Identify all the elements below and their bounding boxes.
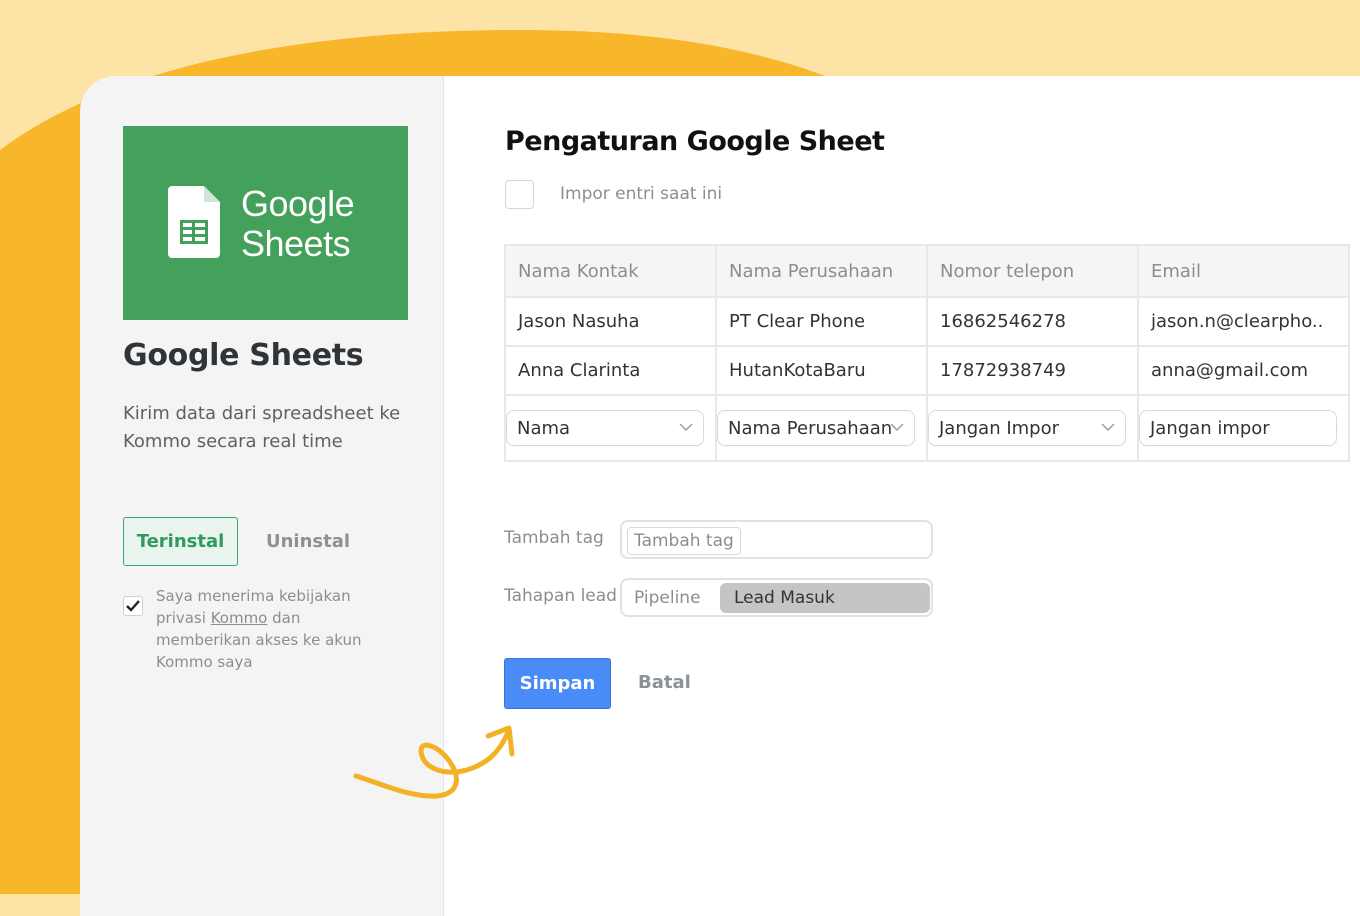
uninstall-button[interactable]: Uninstal bbox=[266, 531, 350, 552]
chevron-down-icon bbox=[890, 423, 904, 432]
table-cell: 16862546278 bbox=[926, 296, 1139, 347]
consent-checkbox[interactable] bbox=[123, 596, 143, 616]
import-existing-label: Impor entri saat ini bbox=[560, 184, 723, 204]
save-button[interactable]: Simpan bbox=[504, 658, 611, 709]
cancel-button[interactable]: Batal bbox=[638, 672, 691, 693]
tag-input[interactable]: Tambah tag bbox=[620, 520, 933, 559]
table-cell: 17872938749 bbox=[926, 345, 1139, 396]
table-row: Anna Clarinta HutanKotaBaru 17872938749 … bbox=[504, 345, 1350, 396]
page-title: Pengaturan Google Sheet bbox=[505, 126, 885, 157]
mapping-table: Nama Kontak Nama Perusahaan Nomor telepo… bbox=[504, 244, 1350, 462]
stage-label: Tahapan lead bbox=[504, 586, 617, 606]
selected-stage[interactable]: Lead Masuk bbox=[720, 583, 930, 613]
checkmark-icon bbox=[126, 600, 140, 612]
installed-button[interactable]: Terinstal bbox=[123, 517, 238, 566]
import-existing-checkbox[interactable] bbox=[505, 180, 534, 209]
logo-text: Google Sheets bbox=[241, 183, 355, 264]
table-cell: anna@gmail.com bbox=[1137, 345, 1350, 396]
kommo-link[interactable]: Kommo bbox=[211, 609, 268, 627]
table-header-row: Nama Kontak Nama Perusahaan Nomor telepo… bbox=[504, 244, 1350, 298]
field-mapping-select[interactable]: Jangan impor bbox=[1140, 410, 1337, 446]
chevron-down-icon bbox=[1101, 423, 1115, 432]
tag-chip[interactable]: Tambah tag bbox=[627, 527, 741, 555]
google-sheets-logo: Google Sheets bbox=[123, 126, 408, 320]
arrow-decoration bbox=[353, 725, 515, 799]
field-mapping-select[interactable]: Jangan Impor bbox=[929, 410, 1126, 446]
google-sheets-icon bbox=[168, 186, 220, 258]
field-mapping-select[interactable]: Nama Perusahaan bbox=[718, 410, 915, 446]
table-row: Jason Nasuha PT Clear Phone 16862546278 … bbox=[504, 296, 1350, 347]
table-cell: HutanKotaBaru bbox=[715, 345, 928, 396]
table-cell: Anna Clarinta bbox=[504, 345, 717, 396]
lead-stage-select[interactable]: Pipeline Lead Masuk bbox=[620, 578, 933, 617]
column-header: Nama Kontak bbox=[504, 244, 717, 298]
table-cell: jason.n@clearpho.. bbox=[1137, 296, 1350, 347]
chevron-down-icon bbox=[679, 423, 693, 432]
tag-label: Tambah tag bbox=[504, 528, 604, 548]
pipeline-label: Pipeline bbox=[634, 588, 701, 608]
integration-card: Google Sheets Google Sheets Kirim data d… bbox=[80, 76, 1360, 916]
consent-text: Saya menerima kebijakan privasi Kommo da… bbox=[156, 587, 362, 671]
mapping-row: Nama Nama Perusahaan Jangan Impor Jangan… bbox=[504, 394, 1350, 462]
app-title: Google Sheets bbox=[123, 338, 364, 373]
app-description: Kirim data dari spreadsheet ke Kommo sec… bbox=[123, 403, 401, 452]
column-header: Email bbox=[1137, 244, 1350, 298]
table-cell: Jason Nasuha bbox=[504, 296, 717, 347]
field-mapping-select[interactable]: Nama bbox=[507, 410, 704, 446]
column-header: Nomor telepon bbox=[926, 244, 1139, 298]
table-cell: PT Clear Phone bbox=[715, 296, 928, 347]
column-header: Nama Perusahaan bbox=[715, 244, 928, 298]
